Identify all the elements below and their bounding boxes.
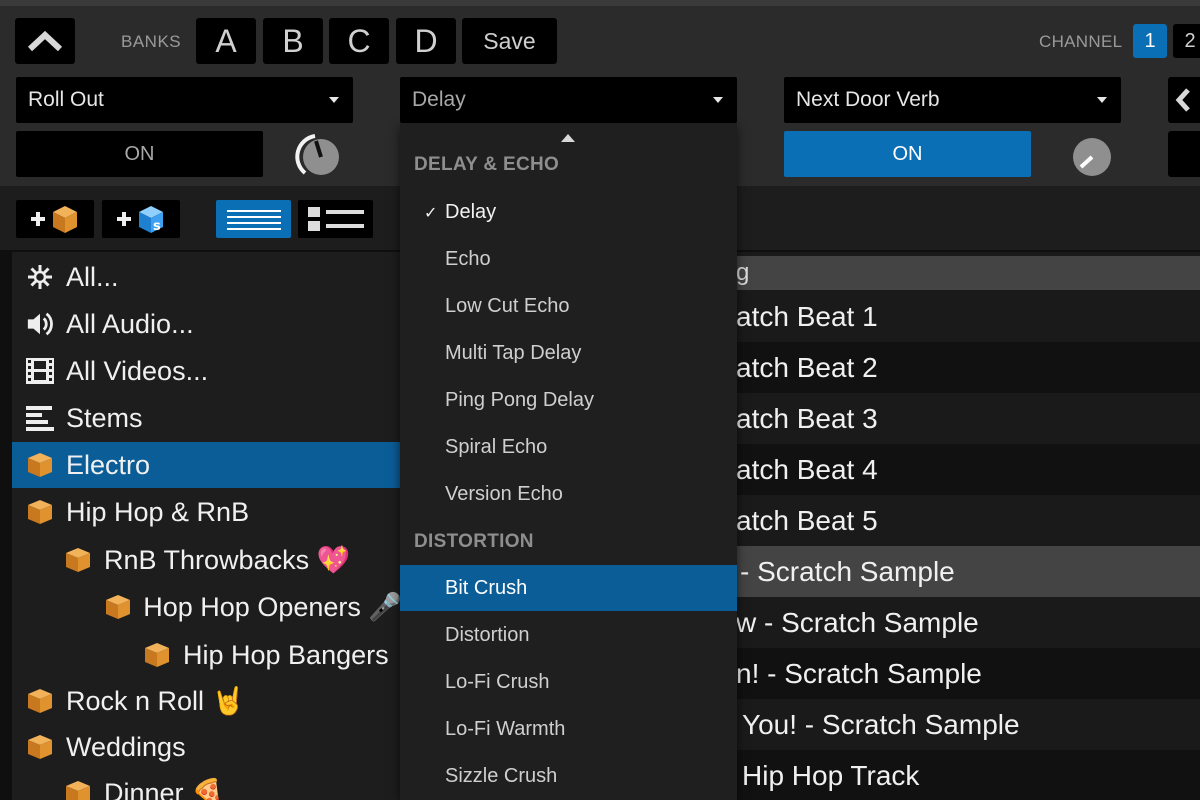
scroll-up-arrow-icon[interactable] bbox=[561, 134, 575, 142]
sidebar-item-hop-hop-openers[interactable]: Hop Hop Openers 🎤 bbox=[12, 584, 402, 630]
crate-icon bbox=[26, 498, 54, 526]
table-row[interactable]: n! - Scratch Sample bbox=[736, 648, 1200, 699]
bank-d-button[interactable]: D bbox=[396, 18, 456, 64]
chevron-up-icon bbox=[27, 30, 63, 52]
crate-icon bbox=[26, 687, 54, 715]
effect-1-knob[interactable] bbox=[293, 130, 345, 180]
add-smart-crate-icon: s bbox=[117, 206, 163, 234]
chevron-left-icon bbox=[1175, 88, 1190, 112]
sidebar-item-dinner[interactable]: Dinner 🍕 bbox=[12, 770, 402, 800]
sidebar-item-weddings[interactable]: Weddings bbox=[12, 724, 402, 770]
effect-2-value: Delay bbox=[412, 88, 466, 111]
menu-item-delay[interactable]: ✓ Delay bbox=[400, 189, 737, 235]
table-row[interactable]: Hip Hop Track bbox=[736, 750, 1200, 800]
channel-1-button[interactable]: 1 bbox=[1133, 24, 1167, 58]
save-button[interactable]: Save bbox=[462, 18, 557, 64]
menu-item-sizzle-crush[interactable]: Sizzle Crush bbox=[400, 753, 737, 799]
menu-item-lo-fi-warmth[interactable]: Lo-Fi Warmth bbox=[400, 706, 737, 752]
caret-down-icon bbox=[1097, 97, 1107, 103]
caret-down-icon bbox=[713, 97, 723, 103]
svg-text:s: s bbox=[153, 219, 161, 234]
section-header-distortion: DISTORTION bbox=[414, 531, 534, 552]
section-header-delay-echo: DELAY & ECHO bbox=[414, 154, 560, 175]
table-row[interactable]: atch Beat 1 bbox=[736, 291, 1200, 342]
speaker-icon bbox=[26, 310, 54, 338]
sidebar-item-rock-n-roll[interactable]: Rock n Roll 🤘 bbox=[12, 678, 402, 724]
column-header-title[interactable]: g bbox=[736, 256, 1200, 290]
sidebar-item-stems[interactable]: Stems bbox=[12, 395, 402, 441]
caret-down-icon bbox=[329, 97, 339, 103]
sidebar-item-hip-hop-bangers[interactable]: Hip Hop Bangers bbox=[12, 632, 402, 678]
add-smart-crate-button[interactable]: s bbox=[102, 200, 180, 238]
effect-1-on-button[interactable]: ON bbox=[16, 131, 263, 177]
table-row[interactable]: atch Beat 2 bbox=[736, 342, 1200, 393]
sidebar-item-hip-hop-rnb[interactable]: Hip Hop & RnB bbox=[12, 489, 402, 535]
stems-icon bbox=[26, 404, 54, 432]
channel-label: CHANNEL bbox=[1039, 32, 1123, 51]
crate-icon bbox=[104, 593, 131, 621]
add-crate-icon bbox=[31, 206, 77, 233]
sidebar-item-electro[interactable]: Electro bbox=[12, 442, 402, 488]
effect-3-knob[interactable] bbox=[1068, 134, 1116, 180]
bank-c-button[interactable]: C bbox=[329, 18, 389, 64]
list-view-button[interactable] bbox=[216, 200, 291, 238]
table-row[interactable]: w - Scratch Sample bbox=[736, 597, 1200, 648]
table-row[interactable]: atch Beat 3 bbox=[736, 393, 1200, 444]
detail-view-icon bbox=[307, 207, 364, 231]
table-row[interactable]: - Scratch Sample bbox=[736, 546, 1200, 597]
crate-icon bbox=[26, 733, 54, 761]
menu-item-spiral-echo[interactable]: Spiral Echo bbox=[400, 424, 737, 470]
crate-icon bbox=[143, 641, 171, 669]
menu-item-version-echo[interactable]: Version Echo bbox=[400, 471, 737, 517]
track-list: g atch Beat 1 atch Beat 2 atch Beat 3 at… bbox=[736, 252, 1200, 800]
sidebar-item-all-videos[interactable]: All Videos... bbox=[12, 348, 402, 394]
add-crate-button[interactable] bbox=[16, 200, 94, 238]
crate-icon bbox=[64, 779, 92, 800]
menu-item-multi-tap-delay[interactable]: Multi Tap Delay bbox=[400, 330, 737, 376]
table-row[interactable]: atch Beat 5 bbox=[736, 495, 1200, 546]
effect-2-select[interactable]: Delay bbox=[400, 77, 737, 123]
menu-item-distortion[interactable]: Distortion bbox=[400, 612, 737, 658]
crate-icon bbox=[64, 546, 92, 574]
table-row[interactable]: atch Beat 4 bbox=[736, 444, 1200, 495]
effect-dropdown-menu: DELAY & ECHO ✓ Delay Echo Low Cut Echo M… bbox=[400, 123, 737, 800]
banks-label: BANKS bbox=[121, 32, 182, 51]
menu-item-lo-fi-crush[interactable]: Lo-Fi Crush bbox=[400, 659, 737, 705]
asterisk-icon bbox=[26, 263, 54, 291]
menu-item-low-cut-echo[interactable]: Low Cut Echo bbox=[400, 283, 737, 329]
effect-1-select[interactable]: Roll Out bbox=[16, 77, 353, 123]
bank-b-button[interactable]: B bbox=[263, 18, 323, 64]
crate-sidebar: All... All Audio... All Videos... Stems … bbox=[12, 252, 402, 800]
menu-item-bit-crush[interactable]: Bit Crush bbox=[400, 565, 737, 611]
effect-3-on-button[interactable]: ON bbox=[784, 131, 1031, 177]
scroll-left-button[interactable] bbox=[1168, 77, 1200, 123]
collapse-button[interactable] bbox=[15, 18, 75, 64]
channel-2-button[interactable]: 2 bbox=[1173, 24, 1200, 58]
film-icon bbox=[26, 357, 54, 385]
effect-3-select[interactable]: Next Door Verb bbox=[784, 77, 1121, 123]
effect-3-value: Next Door Verb bbox=[796, 88, 940, 111]
effect-1-value: Roll Out bbox=[28, 88, 104, 111]
menu-item-echo[interactable]: Echo bbox=[400, 236, 737, 282]
sidebar-item-all-audio[interactable]: All Audio... bbox=[12, 301, 402, 347]
crate-icon bbox=[26, 451, 54, 479]
table-row[interactable]: You! - Scratch Sample bbox=[736, 699, 1200, 750]
effect-4-on-button[interactable] bbox=[1168, 131, 1200, 177]
sidebar-item-all[interactable]: All... bbox=[12, 254, 402, 300]
detail-view-button[interactable] bbox=[298, 200, 373, 238]
bank-a-button[interactable]: A bbox=[196, 18, 256, 64]
menu-item-ping-pong-delay[interactable]: Ping Pong Delay bbox=[400, 377, 737, 423]
checkmark-icon: ✓ bbox=[424, 205, 438, 222]
list-view-icon bbox=[226, 210, 281, 230]
sidebar-item-rnb-throwbacks[interactable]: RnB Throwbacks 💖 bbox=[12, 537, 402, 583]
